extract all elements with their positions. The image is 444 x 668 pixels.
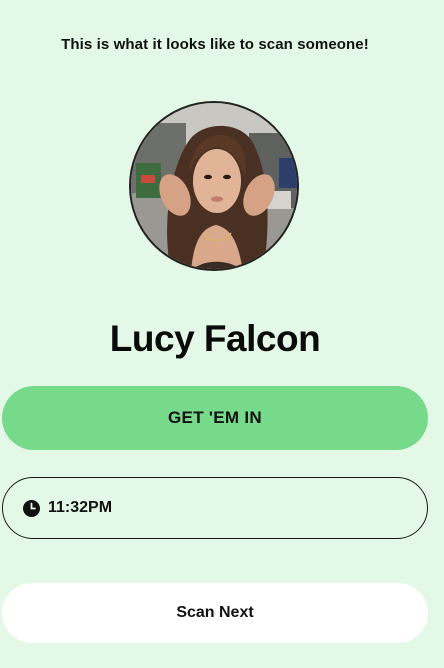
scan-time-field: 11:32PM [2, 477, 428, 539]
avatar-photo [131, 103, 297, 269]
scan-next-button[interactable]: Scan Next [2, 583, 428, 643]
scan-result-screen: This is what it looks like to scan someo… [0, 0, 444, 668]
instruction-caption: This is what it looks like to scan someo… [61, 36, 369, 53]
get-em-in-button[interactable]: GET 'EM IN [2, 386, 428, 450]
clock-icon [23, 499, 40, 517]
scan-time-text: 11:32PM [48, 499, 113, 516]
avatar [129, 101, 299, 271]
person-name: Lucy Falcon [109, 318, 321, 359]
